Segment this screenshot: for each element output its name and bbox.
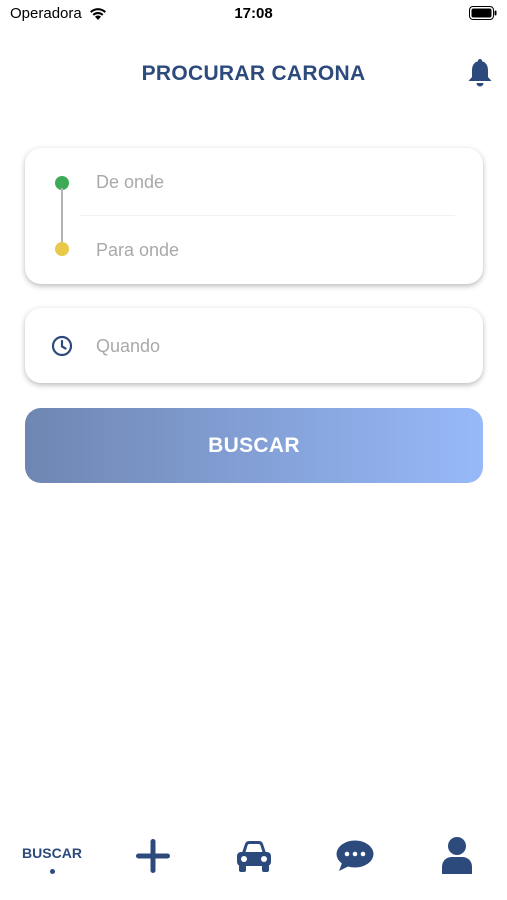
bell-icon[interactable] — [467, 58, 493, 88]
tab-bar: BUSCAR — [0, 826, 507, 900]
tab-offer-ride[interactable] — [128, 826, 178, 886]
search-button[interactable]: BUSCAR — [25, 408, 483, 483]
battery-icon — [469, 6, 497, 20]
route-divider — [80, 215, 455, 216]
tab-search-label: BUSCAR — [22, 844, 82, 861]
status-time: 17:08 — [234, 5, 273, 22]
tab-rides[interactable] — [228, 826, 280, 886]
search-button-label: BUSCAR — [208, 433, 300, 457]
page-title: PROCURAR CARONA — [141, 62, 366, 85]
route-card: De onde Para onde — [25, 148, 483, 284]
plus-icon — [136, 839, 170, 873]
user-icon — [442, 837, 472, 874]
date-time-input[interactable]: Quando — [96, 336, 160, 357]
origin-input[interactable]: De onde — [96, 172, 164, 193]
tab-messages[interactable] — [330, 826, 380, 886]
car-icon — [237, 841, 271, 872]
tab-search[interactable]: BUSCAR — [10, 826, 94, 886]
destination-input[interactable]: Para onde — [96, 240, 179, 261]
chat-bubble-icon — [336, 840, 374, 871]
destination-dot — [55, 242, 69, 256]
status-bar: Operadora 17:08 — [0, 0, 507, 28]
route-connector-line — [61, 188, 63, 244]
active-tab-indicator — [49, 868, 55, 874]
tab-profile[interactable] — [432, 826, 482, 886]
clock-icon — [51, 335, 73, 357]
date-time-card[interactable]: Quando — [25, 308, 483, 383]
